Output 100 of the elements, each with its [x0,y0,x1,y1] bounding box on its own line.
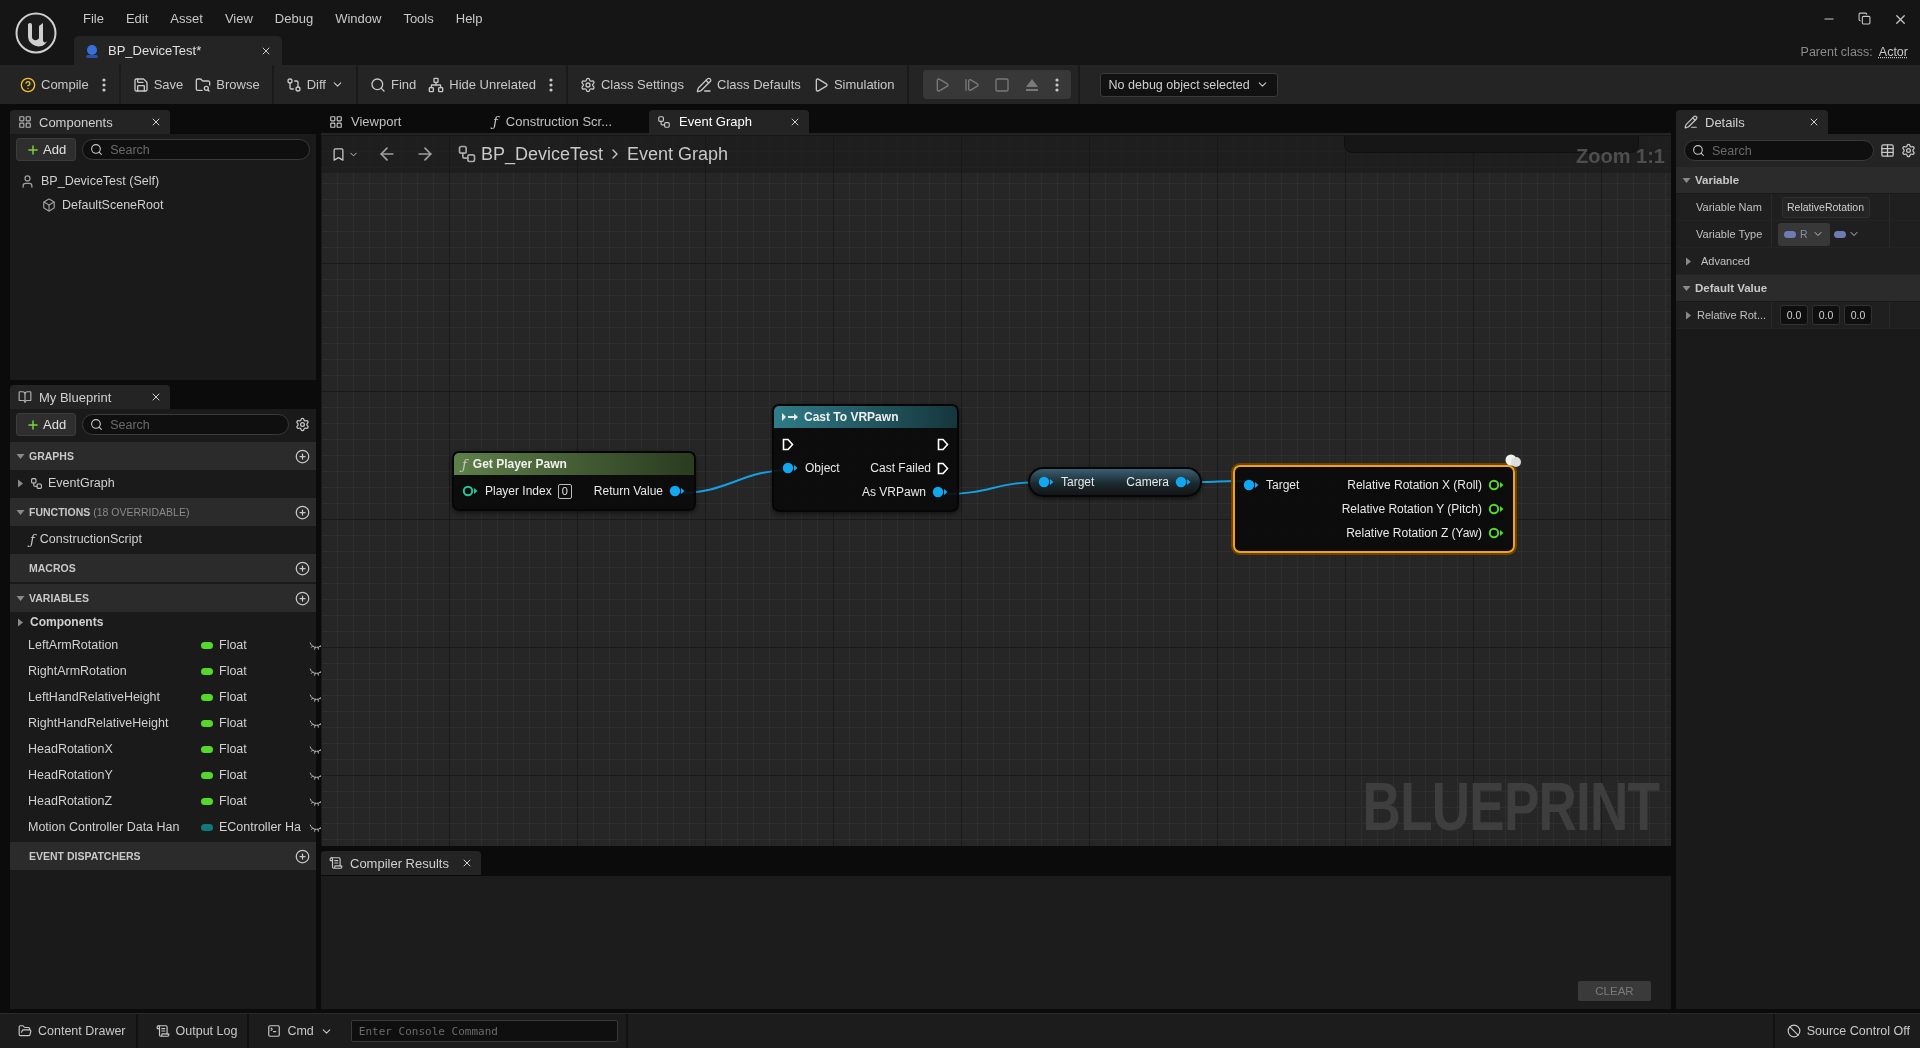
toolbar-button[interactable]: Diff [280,73,349,96]
status-bar-button[interactable]: Cmd [249,1014,343,1048]
exec-pin-icon[interactable] [782,437,794,451]
variable-name[interactable]: HeadRotationY [28,768,195,782]
menu-item[interactable]: Debug [263,6,325,30]
menu-item[interactable]: Tools [392,6,445,30]
list-item[interactable]: ConstructionScript [39,532,142,546]
toolbar-button[interactable]: Hide Unrelated [423,73,541,96]
value-field[interactable]: 0 [557,483,572,499]
pin-icon[interactable] [1488,503,1505,515]
type-dropdown[interactable]: R [1778,222,1830,246]
search-field[interactable]: Search [1684,140,1874,161]
add-button[interactable]: Add [16,413,77,436]
graph-node[interactable]: Target Camera [1028,467,1202,497]
toolbar-button[interactable]: Save [127,73,189,96]
add-button[interactable] [295,448,310,464]
status-bar-button[interactable]: Output Log [137,1014,250,1048]
number-field[interactable]: 0.0 [1844,305,1872,325]
toolbar-button[interactable]: Class Settings [574,73,690,96]
variable-name[interactable]: RightHandRelativeHeight [28,716,195,730]
section-header[interactable]: VARIABLES [10,584,316,612]
section-header[interactable]: EVENT DISPATCHERS [10,842,316,870]
comment-bubble-icon[interactable] [1503,453,1523,469]
document-tab[interactable]: BP_DeviceTest* [74,36,282,65]
pin-icon[interactable] [1243,479,1260,491]
menu-item[interactable]: File [72,6,115,30]
console-input[interactable]: Enter Console Command [350,1020,618,1042]
exec-pin-icon[interactable] [937,461,949,475]
variable-name[interactable]: HeadRotationZ [28,794,195,808]
toolbar-button[interactable]: Class Defaults [691,73,806,96]
restore-button[interactable] [1858,12,1871,27]
container-type-dropdown[interactable] [1833,228,1860,240]
settings-button[interactable] [295,417,310,432]
pin-icon[interactable] [1038,476,1055,488]
expand-arrow-icon[interactable] [16,593,25,603]
toolbar-button[interactable]: Find [364,73,422,96]
expand-arrow-icon[interactable] [1684,310,1693,320]
expand-arrow-icon[interactable] [16,617,25,627]
expand-arrow-icon[interactable] [1682,175,1691,185]
variable-name[interactable]: Motion Controller Data Han [28,820,195,834]
settings-button[interactable] [1901,143,1916,158]
exec-pin-icon[interactable] [937,437,949,451]
category-label[interactable]: Components [30,615,104,629]
expand-arrow-icon[interactable] [1682,283,1691,293]
close-button[interactable] [150,116,162,128]
panel-tab[interactable]: Components [10,110,170,134]
close-button[interactable] [1893,12,1908,27]
pin-icon[interactable] [782,462,799,474]
tree-item[interactable]: BP_DeviceTest (Self) [41,174,160,188]
pin-icon[interactable] [932,486,949,498]
source-control-button[interactable]: Source Control Off [1772,1014,1920,1048]
expand-arrow-icon[interactable] [16,451,25,461]
panel-tab[interactable]: Details [1676,110,1828,134]
variable-name[interactable]: LeftArmRotation [28,638,195,652]
logo-icon[interactable] [15,11,57,54]
graph-node[interactable]: ƒ Get Player Pawn Player Index 0 Return Value [452,451,696,511]
menu-item[interactable]: Edit [114,6,160,30]
close-button[interactable] [150,391,162,403]
toolbar-button[interactable]: Simulation [807,73,900,96]
category-header[interactable]: Variable [1676,167,1920,194]
section-header[interactable]: MACROS [10,554,316,582]
section-header[interactable]: GRAPHS [10,442,316,470]
pin-icon[interactable] [1488,479,1505,491]
tree-item[interactable]: DefaultSceneRoot [62,198,164,212]
search-field[interactable]: Search [82,139,310,160]
variable-name[interactable]: RightArmRotation [28,664,195,678]
search-field[interactable]: Search [82,414,289,435]
property-row[interactable]: Advanced [1676,248,1920,275]
number-field[interactable]: 0.0 [1780,305,1808,325]
panel-tab[interactable]: My Blueprint [10,385,170,409]
variable-name[interactable]: LeftHandRelativeHeight [28,690,195,704]
graph-node[interactable]: Cast To VRPawn Object Cast Failed As VRPawn [772,404,959,512]
category-header[interactable]: Default Value [1676,275,1920,302]
expand-arrow-icon[interactable] [16,478,25,488]
add-button[interactable] [295,590,310,606]
expand-arrow-icon[interactable] [16,507,25,517]
pin-icon[interactable] [1175,476,1192,488]
toolbar-button[interactable]: Browse [190,73,265,96]
variable-name[interactable]: HeadRotationX [28,742,195,756]
menu-item[interactable]: Asset [159,6,214,30]
editor-tab[interactable]: Viewport [321,110,481,133]
list-item[interactable]: EventGraph [48,476,115,490]
table-view-button[interactable] [1880,143,1895,158]
editor-tab[interactable]: Event Graph [649,110,809,133]
add-button[interactable] [295,848,310,864]
editor-tab[interactable]: ƒ Construction Scr... [485,110,645,133]
debug-object-dropdown[interactable]: No debug object selected [1099,72,1278,97]
pin-icon[interactable] [1488,527,1505,539]
add-button[interactable] [295,504,310,520]
menu-item[interactable]: Help [444,6,494,30]
add-button[interactable]: Add [16,138,77,161]
pin-icon[interactable] [462,485,479,497]
menu-item[interactable]: Window [324,6,393,30]
breadcrumb-item[interactable]: BP_DeviceTest [481,143,604,165]
close-button[interactable] [461,857,473,869]
status-bar-button[interactable]: Content Drawer [0,1014,138,1048]
panel-tab[interactable]: Compiler Results [321,851,481,875]
section-header[interactable]: FUNCTIONS (18 OVERRIDABLE) [10,498,316,526]
number-field[interactable]: 0.0 [1812,305,1840,325]
add-button[interactable] [295,560,310,576]
